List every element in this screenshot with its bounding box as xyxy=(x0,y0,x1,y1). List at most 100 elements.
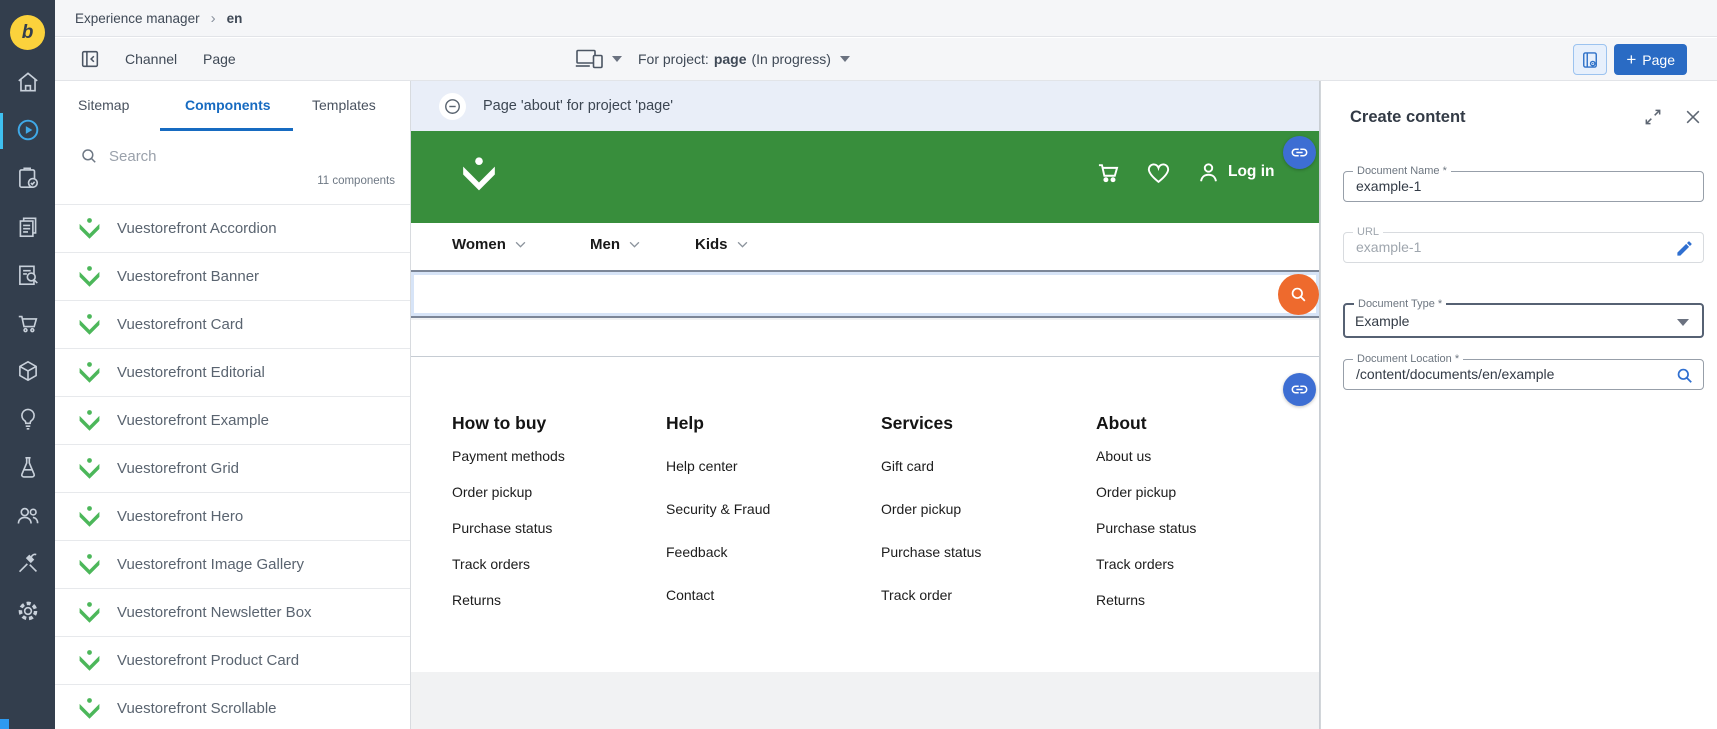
footer-link[interactable]: Purchase status xyxy=(881,531,1086,574)
component-item-label: Vuestorefront Scrollable xyxy=(117,700,277,717)
url-input[interactable] xyxy=(1354,238,1644,256)
storefront-search-button[interactable] xyxy=(1278,274,1319,315)
plus-icon: + xyxy=(1626,50,1637,69)
component-item[interactable]: Vuestorefront Example xyxy=(55,396,410,444)
toggle-preview-button[interactable] xyxy=(1573,44,1607,75)
footer-link[interactable]: Order pickup xyxy=(1096,474,1301,510)
setup-tools-icon[interactable] xyxy=(15,550,41,576)
footer-link[interactable]: Purchase status xyxy=(452,510,657,546)
document-type-value: Example xyxy=(1355,313,1410,329)
project-name: page xyxy=(713,51,747,67)
tab-sitemap[interactable]: Sitemap xyxy=(78,97,129,113)
search-icon xyxy=(80,147,98,165)
vuestorefront-icon xyxy=(77,456,102,481)
footer-link[interactable]: Track order xyxy=(881,574,1086,617)
breadcrumb-channel: en xyxy=(226,10,243,26)
footer-link[interactable]: Payment methods xyxy=(452,438,657,474)
footer-link[interactable]: Gift card xyxy=(881,445,1086,488)
vuestorefront-icon xyxy=(77,264,102,289)
cart-icon[interactable] xyxy=(1095,159,1122,186)
component-item[interactable]: Vuestorefront Newsletter Box xyxy=(55,588,410,636)
footer-link[interactable]: Track orders xyxy=(1096,546,1301,582)
footer-link[interactable]: Track orders xyxy=(452,546,657,582)
footer-link[interactable]: Order pickup xyxy=(452,474,657,510)
footer-link[interactable]: Purchase status xyxy=(1096,510,1301,546)
tab-templates[interactable]: Templates xyxy=(312,97,376,113)
expand-panel-icon[interactable] xyxy=(1643,107,1663,127)
footer-column-services: Services Gift card Order pickup Purchase… xyxy=(881,413,1086,617)
insights-bulb-icon[interactable] xyxy=(15,406,41,432)
login-link[interactable]: Log in xyxy=(1228,163,1275,181)
wishlist-heart-icon[interactable] xyxy=(1145,159,1172,186)
component-item[interactable]: Vuestorefront Card xyxy=(55,300,410,348)
edit-content-link-button[interactable] xyxy=(1283,136,1316,169)
footer-link[interactable]: Security & Fraud xyxy=(666,488,871,531)
component-item[interactable]: Vuestorefront Editorial xyxy=(55,348,410,396)
device-selector[interactable] xyxy=(575,48,622,70)
location-search-icon[interactable] xyxy=(1675,366,1694,385)
component-item[interactable]: Vuestorefront Product Card xyxy=(55,636,410,684)
component-item[interactable]: Vuestorefront Accordion xyxy=(55,204,410,252)
tab-components[interactable]: Components xyxy=(185,97,271,113)
nav-item-women[interactable]: Women xyxy=(452,236,526,253)
bloomreach-logo[interactable]: b xyxy=(10,15,45,50)
footer-link[interactable]: Returns xyxy=(1096,582,1301,618)
chevron-down-icon xyxy=(515,241,526,248)
component-search-input[interactable] xyxy=(107,143,337,169)
experience-manager-icon[interactable] xyxy=(15,117,41,143)
storefront-search-component[interactable] xyxy=(411,270,1319,318)
breadcrumb-separator-icon: › xyxy=(210,9,216,27)
edit-pencil-icon[interactable] xyxy=(1675,239,1694,258)
footer-column-how-to-buy: How to buy Payment methods Order pickup … xyxy=(452,413,657,618)
bloomreach-logo-letter: b xyxy=(21,21,34,43)
component-item[interactable]: Vuestorefront Banner xyxy=(55,252,410,300)
home-icon[interactable] xyxy=(15,69,41,95)
nav-label: Kids xyxy=(695,236,728,253)
settings-gear-icon[interactable] xyxy=(15,598,41,624)
document-type-field[interactable]: Document Type * Example xyxy=(1343,298,1704,338)
footer-link[interactable]: Feedback xyxy=(666,531,871,574)
products-cube-icon[interactable] xyxy=(15,358,41,384)
device-desktop-mobile-icon xyxy=(575,49,603,69)
footer-link[interactable]: About us xyxy=(1096,438,1301,474)
document-name-input[interactable] xyxy=(1354,177,1644,195)
component-item[interactable]: Vuestorefront Image Gallery xyxy=(55,540,410,588)
storefront-header: Log in xyxy=(411,131,1319,223)
url-field[interactable]: URL xyxy=(1343,226,1704,263)
add-page-button[interactable]: + Page xyxy=(1614,44,1687,75)
footer-column-help: Help Help center Security & Fraud Feedba… xyxy=(666,413,871,617)
commerce-cart-icon[interactable] xyxy=(15,310,41,336)
footer-link[interactable]: Contact xyxy=(666,574,871,617)
component-count: 11 components xyxy=(317,175,395,187)
documents-icon[interactable] xyxy=(15,214,41,240)
nav-item-kids[interactable]: Kids xyxy=(695,236,748,253)
project-selector[interactable]: For project: page (In progress) xyxy=(638,51,850,67)
document-name-field[interactable]: Document Name * xyxy=(1343,165,1704,202)
collapse-panel-icon[interactable] xyxy=(79,48,101,70)
audiences-people-icon[interactable] xyxy=(15,502,41,528)
document-location-input[interactable] xyxy=(1354,365,1644,383)
experiments-flask-icon[interactable] xyxy=(15,454,41,480)
sidebar-active-indicator xyxy=(0,113,3,149)
breadcrumb-bar: Experience manager › en xyxy=(55,0,1717,37)
component-item[interactable]: Vuestorefront Scrollable xyxy=(55,684,410,729)
component-item[interactable]: Vuestorefront Grid xyxy=(55,444,410,492)
channel-menu[interactable]: Channel xyxy=(125,51,177,67)
component-item-label: Vuestorefront Product Card xyxy=(117,652,300,669)
breadcrumb-app[interactable]: Experience manager xyxy=(75,11,200,26)
account-person-icon[interactable] xyxy=(1195,159,1222,186)
projects-icon[interactable] xyxy=(15,165,41,191)
nav-label: Men xyxy=(590,236,620,253)
component-divider xyxy=(411,356,1319,357)
nav-item-men[interactable]: Men xyxy=(590,236,640,253)
edit-content-link-button[interactable] xyxy=(1283,373,1316,406)
footer-link[interactable]: Order pickup xyxy=(881,488,1086,531)
footer-link[interactable]: Returns xyxy=(452,582,657,618)
document-location-field[interactable]: Document Location * xyxy=(1343,353,1704,390)
vuestorefront-logo[interactable] xyxy=(459,154,499,200)
content-search-icon[interactable] xyxy=(15,262,41,288)
page-menu[interactable]: Page xyxy=(203,51,236,67)
close-icon[interactable] xyxy=(1683,107,1703,127)
component-item[interactable]: Vuestorefront Hero xyxy=(55,492,410,540)
footer-link[interactable]: Help center xyxy=(666,445,871,488)
